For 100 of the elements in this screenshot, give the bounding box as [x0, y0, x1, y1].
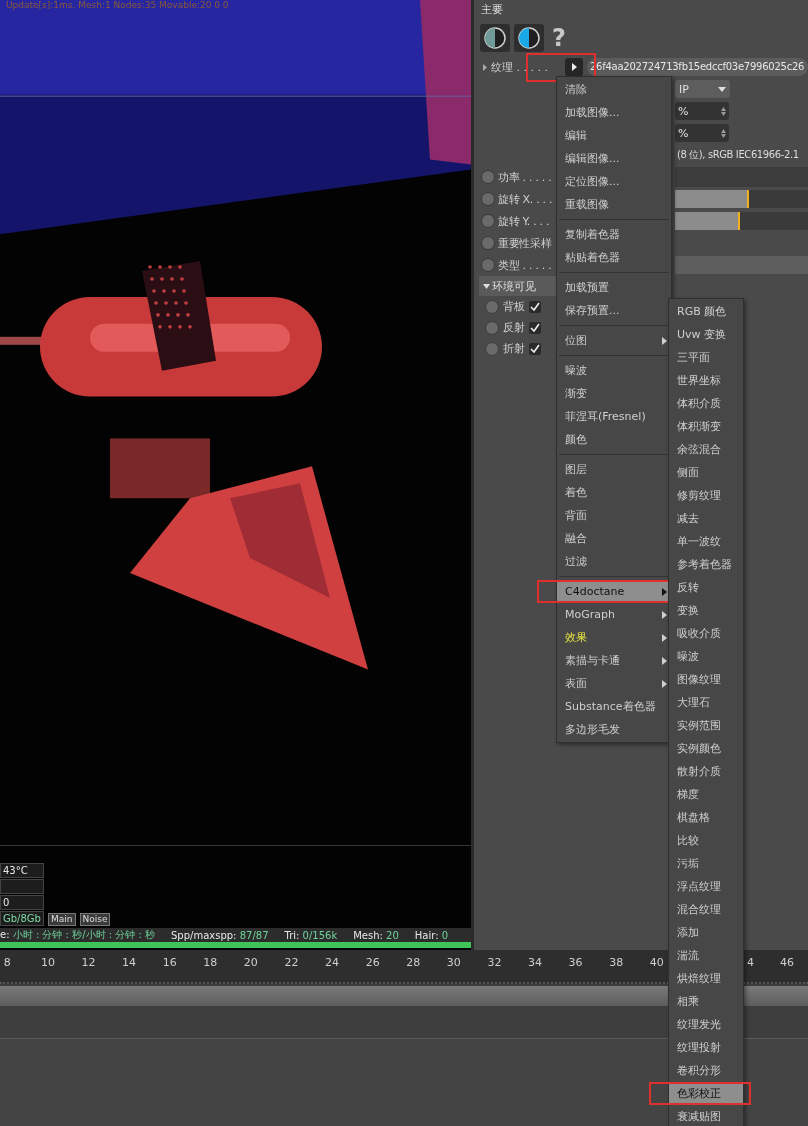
number-field[interactable]: %	[675, 102, 729, 120]
hud-readout: 0	[0, 895, 44, 910]
menu-item[interactable]: 图层	[557, 458, 671, 481]
menu-item[interactable]: 清除	[557, 78, 671, 101]
radio-button[interactable]	[481, 258, 495, 272]
menu-item[interactable]: 混合纹理	[669, 898, 743, 921]
menu-button[interactable]	[565, 58, 583, 76]
menu-item[interactable]: 浮点纹理	[669, 875, 743, 898]
menu-item[interactable]: 散射介质	[669, 760, 743, 783]
menu-item[interactable]: Uvw 变换	[669, 323, 743, 346]
hud-tab[interactable]: Main	[48, 913, 76, 926]
menu-item[interactable]: 图像纹理	[669, 668, 743, 691]
half-circle-icon	[518, 27, 540, 49]
menu-item[interactable]: 噪波	[557, 359, 671, 382]
menu-item[interactable]: RGB 颜色	[669, 300, 743, 323]
menu-item[interactable]: 加载图像...	[557, 101, 671, 124]
slider[interactable]	[675, 190, 808, 208]
menu-item[interactable]: 相乘	[669, 990, 743, 1013]
menu-item[interactable]: 实例范围	[669, 714, 743, 737]
checkbox[interactable]	[529, 300, 541, 313]
panel-title: 主要	[480, 2, 504, 18]
viewport-stats: Update[s]:1ms. Mesh:1 Nodes:35 Movable:20 0 0	[6, 0, 229, 10]
menu-item[interactable]: 加载预置	[557, 276, 671, 299]
menu-item[interactable]: 添加	[669, 921, 743, 944]
menu-item[interactable]: 定位图像...	[557, 170, 671, 193]
tool-button[interactable]	[514, 24, 544, 52]
menu-item[interactable]: 颜色	[557, 428, 671, 451]
menu-item[interactable]: 背面	[557, 504, 671, 527]
frame-number: 8	[2, 956, 12, 969]
status-item: e: 小时 : 分钟 : 秒/小时 : 分钟 : 秒	[0, 928, 155, 942]
frame-number: 10	[39, 956, 56, 969]
frame-number: 36	[567, 956, 584, 969]
menu-item[interactable]: 重载图像	[557, 193, 671, 216]
number-field[interactable]: %	[675, 124, 729, 142]
menu-item[interactable]: 表面	[557, 672, 671, 695]
menu-item[interactable]: 污垢	[669, 852, 743, 875]
menu-item[interactable]: 余弦混合	[669, 438, 743, 461]
menu-item[interactable]: 变换	[669, 599, 743, 622]
menu-item[interactable]: 吸收介质	[669, 622, 743, 645]
menu-item[interactable]: 融合	[557, 527, 671, 550]
menu-item[interactable]: 卷积分形	[669, 1059, 743, 1082]
radio-button[interactable]	[481, 236, 495, 250]
menu-item[interactable]: 菲涅耳(Fresnel)	[557, 405, 671, 428]
menu-item[interactable]: 棋盘格	[669, 806, 743, 829]
menu-item[interactable]: 纹理发光	[669, 1013, 743, 1036]
menu-item[interactable]: 单一波纹	[669, 530, 743, 553]
expand-icon[interactable]	[483, 63, 487, 71]
menu-item[interactable]: 位图	[557, 329, 671, 352]
menu-item[interactable]: 烘焙纹理	[669, 967, 743, 990]
status-item: Spp/maxspp: 87/87	[171, 929, 269, 941]
menu-item[interactable]: 实例颜色	[669, 737, 743, 760]
menu-item[interactable]: 编辑	[557, 124, 671, 147]
menu-item[interactable]: 体积介质	[669, 392, 743, 415]
checkbox[interactable]	[529, 321, 541, 334]
field-label: 旋转 Y. . . .	[498, 213, 550, 229]
menu-item[interactable]: 渐变	[557, 382, 671, 405]
radio-button[interactable]	[481, 170, 495, 184]
hud-tab[interactable]: Noise	[79, 913, 111, 926]
menu-item[interactable]: 反转	[669, 576, 743, 599]
slider[interactable]	[675, 212, 808, 230]
menu-item[interactable]: 粘贴着色器	[557, 246, 671, 269]
menu-item[interactable]: 湍流	[669, 944, 743, 967]
menu-item[interactable]: 多边形毛发	[557, 718, 671, 741]
menu-item[interactable]: Substance着色器	[557, 695, 671, 718]
radio-button[interactable]	[481, 192, 495, 206]
menu-item[interactable]: 保存预置...	[557, 299, 671, 322]
menu-item[interactable]: 噪波	[669, 645, 743, 668]
tool-button[interactable]	[480, 24, 510, 52]
menu-item[interactable]: 素描与卡通	[557, 649, 671, 672]
menu-item[interactable]: 体积渐变	[669, 415, 743, 438]
dropdown[interactable]: IP	[675, 80, 730, 98]
hud-readout	[0, 879, 44, 894]
menu-item[interactable]: 比较	[669, 829, 743, 852]
menu-item[interactable]: 梯度	[669, 783, 743, 806]
radio-button[interactable]	[485, 341, 499, 356]
menu-item[interactable]: 三平面	[669, 346, 743, 369]
menu-item[interactable]: 复制着色器	[557, 223, 671, 246]
menu-item[interactable]: 着色	[557, 481, 671, 504]
menu-item[interactable]: 减去	[669, 507, 743, 530]
menu-item[interactable]: 衰减贴图	[669, 1105, 743, 1126]
menu-item[interactable]: MoGraph	[557, 603, 671, 626]
menu-item[interactable]: 纹理投射	[669, 1036, 743, 1059]
menu-item[interactable]: 参考着色器	[669, 553, 743, 576]
radio-button[interactable]	[485, 320, 499, 335]
help-button[interactable]: ?	[548, 24, 570, 52]
menu-item[interactable]: 侧面	[669, 461, 743, 484]
menu-item[interactable]: 大理石	[669, 691, 743, 714]
menu-item[interactable]: 编辑图像...	[557, 147, 671, 170]
group-header[interactable]: 环境可见	[479, 276, 559, 296]
radio-button[interactable]	[485, 299, 499, 314]
menu-item[interactable]: 效果	[557, 626, 671, 649]
status-item: Hair: 0	[414, 929, 449, 941]
scroll-bar[interactable]	[0, 986, 808, 1006]
menu-item[interactable]: 修剪纹理	[669, 484, 743, 507]
menu-item[interactable]: 世界坐标	[669, 369, 743, 392]
radio-button[interactable]	[481, 214, 495, 228]
checkbox[interactable]	[529, 342, 541, 355]
spinner-arrows-icon	[721, 128, 726, 138]
caret-icon	[571, 63, 577, 71]
menu-item[interactable]: 过滤	[557, 550, 671, 573]
